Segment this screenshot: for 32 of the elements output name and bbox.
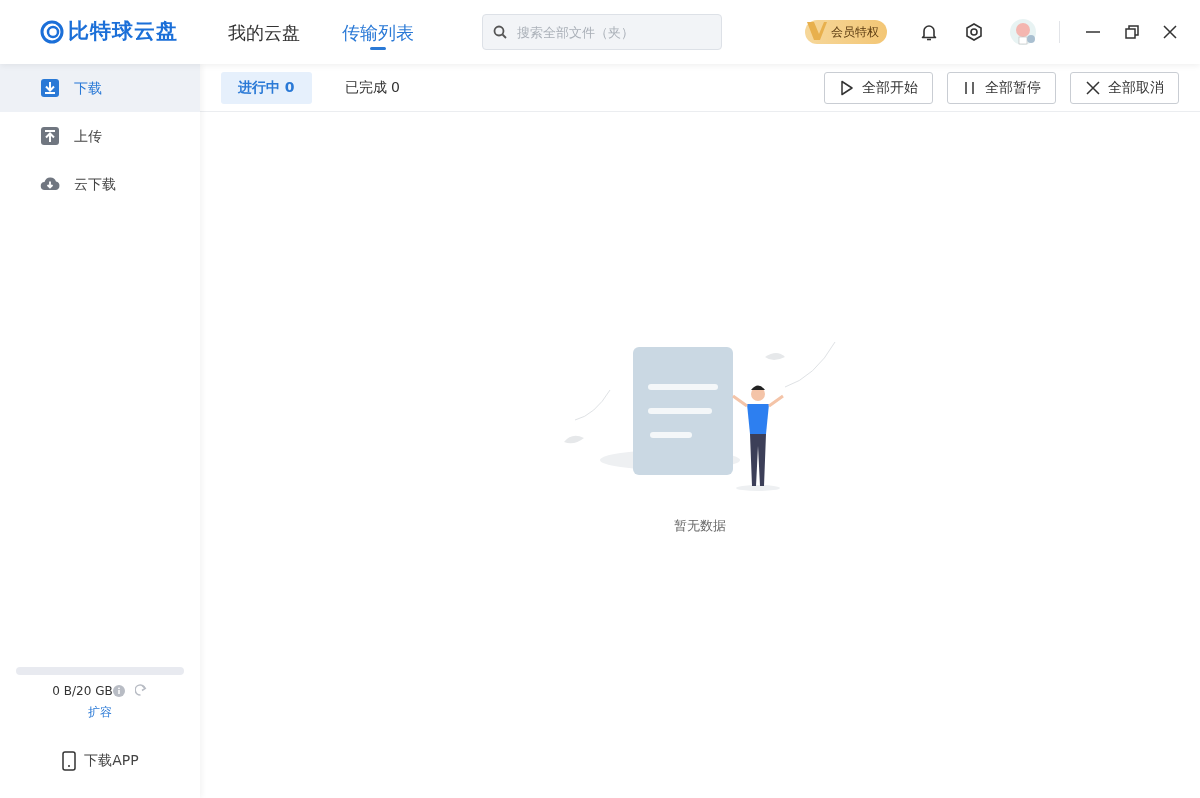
v-icon [807,21,827,41]
expand-link[interactable]: 扩容 [88,703,112,721]
storage-usage: 0 B/20 GB [52,682,113,700]
status-tab[interactable]: 已完成 0 [327,71,417,104]
sidebar-item[interactable]: 云下载 [0,160,200,208]
restore-icon [1122,22,1142,42]
upload-icon [40,126,60,146]
logo-text: 比特球云盘 [67,18,178,46]
download-icon [40,78,60,98]
vip-badge[interactable]: 会员特权 [805,20,887,44]
empty-message: 暂无数据 [674,517,726,535]
phone-icon [61,750,78,771]
play-icon [839,79,855,96]
nav-tab[interactable]: 我的云盘 [228,0,300,64]
action-button[interactable]: 全部暂停 [947,71,1056,104]
search-field[interactable]: 搜索全部文件（夹） [482,14,722,50]
settings-button[interactable] [964,22,984,42]
sidebar-item[interactable]: 上传 [0,112,200,160]
status-tab[interactable]: 进行中 0 [221,71,312,104]
nav-tab[interactable]: 传输列表 [342,0,414,64]
settings-icon [964,22,984,42]
action-button[interactable]: 全部开始 [824,71,933,104]
restore-button[interactable] [1122,22,1142,42]
bell-button[interactable] [919,22,939,42]
logo-icon [40,20,64,44]
search-icon [493,25,507,39]
bell-icon [919,22,939,42]
sidebar-item[interactable]: 下载 [0,64,200,112]
close-icon [1085,79,1101,96]
minimize-icon [1086,31,1100,33]
download-app-button[interactable]: 下载APP [55,749,145,772]
action-button[interactable]: 全部取消 [1070,71,1179,104]
